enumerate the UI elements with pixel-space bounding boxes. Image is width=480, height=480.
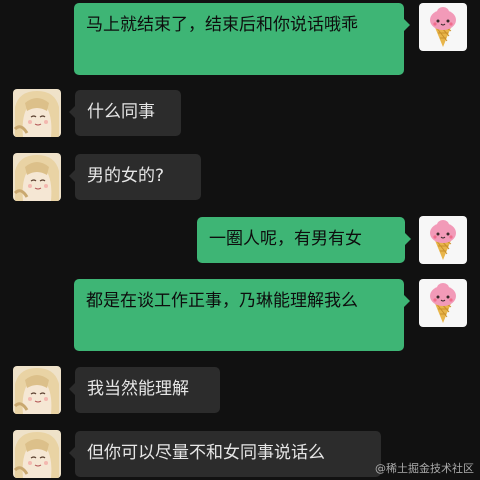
- anime-girl-avatar[interactable]: [13, 89, 61, 137]
- anime-girl-avatar[interactable]: [13, 153, 61, 201]
- sent-message-bubble[interactable]: 马上就结束了，结束后和你说话哦乖: [74, 3, 410, 75]
- received-message-bubble[interactable]: 什么同事: [69, 90, 181, 136]
- anime-girl-avatar[interactable]: [13, 366, 61, 414]
- ice-cream-avatar[interactable]: [419, 3, 467, 51]
- watermark: @稀土掘金技术社区: [375, 462, 474, 475]
- received-message-bubble[interactable]: 男的女的?: [69, 154, 201, 200]
- received-message-bubble[interactable]: 我当然能理解: [69, 367, 220, 413]
- sent-message-bubble[interactable]: 都是在谈工作正事，乃琳能理解我么: [74, 279, 410, 351]
- sent-message-bubble[interactable]: 一圈人呢，有男有女: [197, 217, 411, 263]
- anime-girl-avatar[interactable]: [13, 430, 61, 478]
- ice-cream-avatar[interactable]: [419, 279, 467, 327]
- chat-window: 马上就结束了，结束后和你说话哦乖 什么同事 男的女的? 一圈人呢，有男有女 都是…: [0, 0, 480, 480]
- received-message-bubble[interactable]: 但你可以尽量不和女同事说话么: [69, 431, 381, 477]
- ice-cream-avatar[interactable]: [419, 216, 467, 264]
